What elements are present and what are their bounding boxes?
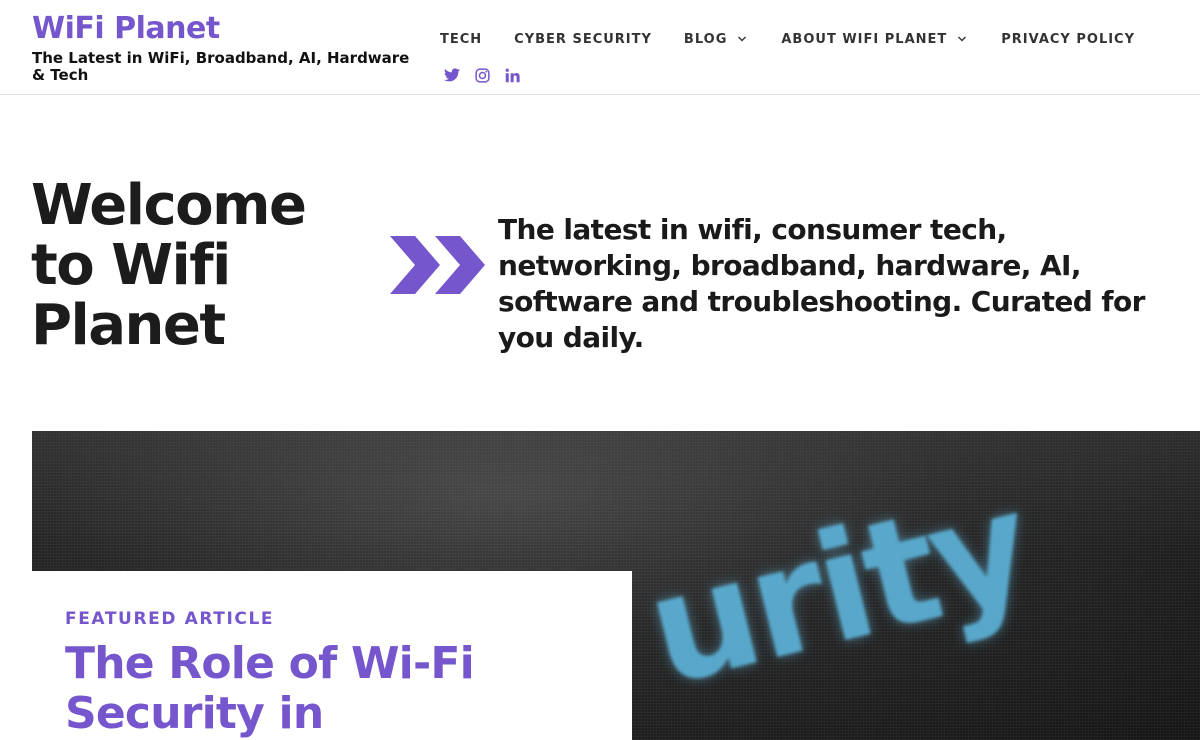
hero-title: Welcome to Wifi Planet — [31, 173, 307, 358]
nav-item-label: BLOG — [683, 31, 728, 47]
featured-article-label: FEATURED ARTICLE — [65, 609, 275, 629]
nav-item-label: CYBER SECURITY — [514, 31, 652, 47]
nav-item-label: TECH — [440, 31, 483, 47]
image-highlight — [32, 431, 1200, 551]
brand: WiFi Planet The Latest in WiFi, Broadban… — [32, 10, 422, 84]
nav-item-blog[interactable]: BLOG — [684, 32, 749, 47]
nav-item-label: PRIVACY POLICY — [1001, 31, 1136, 47]
twitter-icon[interactable] — [443, 66, 461, 84]
nav-item-cyber-security[interactable]: CYBER SECURITY — [514, 32, 652, 47]
nav-item-label: ABOUT WIFI PLANET — [781, 31, 948, 47]
nav-item-privacy-policy[interactable]: PRIVACY POLICY — [1001, 32, 1135, 47]
main-navigation: TECH CYBER SECURITY BLOG ABOUT WIFI PLAN… — [440, 28, 1167, 50]
hero-description: The latest in wifi, consumer tech, netwo… — [498, 213, 1145, 354]
site-title-link[interactable]: WiFi Planet — [32, 10, 422, 48]
nav-item-tech[interactable]: TECH — [440, 32, 482, 47]
featured-article-headline[interactable]: The Role of Wi-Fi Security in — [65, 639, 545, 739]
instagram-icon[interactable] — [473, 66, 491, 84]
linkedin-icon[interactable] — [503, 66, 521, 84]
social-links — [443, 66, 533, 84]
featured-article-card: FEATURED ARTICLE The Role of Wi-Fi Secur… — [32, 571, 632, 740]
chevron-down-icon — [737, 33, 749, 45]
chevron-down-icon — [957, 33, 969, 45]
double-chevron-right-icon — [390, 236, 486, 294]
site-header: WiFi Planet The Latest in WiFi, Broadban… — [0, 0, 1200, 95]
site-tagline: The Latest in WiFi, Broadband, AI, Hardw… — [32, 49, 410, 84]
nav-item-about-wifi-planet[interactable]: ABOUT WIFI PLANET — [781, 32, 969, 47]
